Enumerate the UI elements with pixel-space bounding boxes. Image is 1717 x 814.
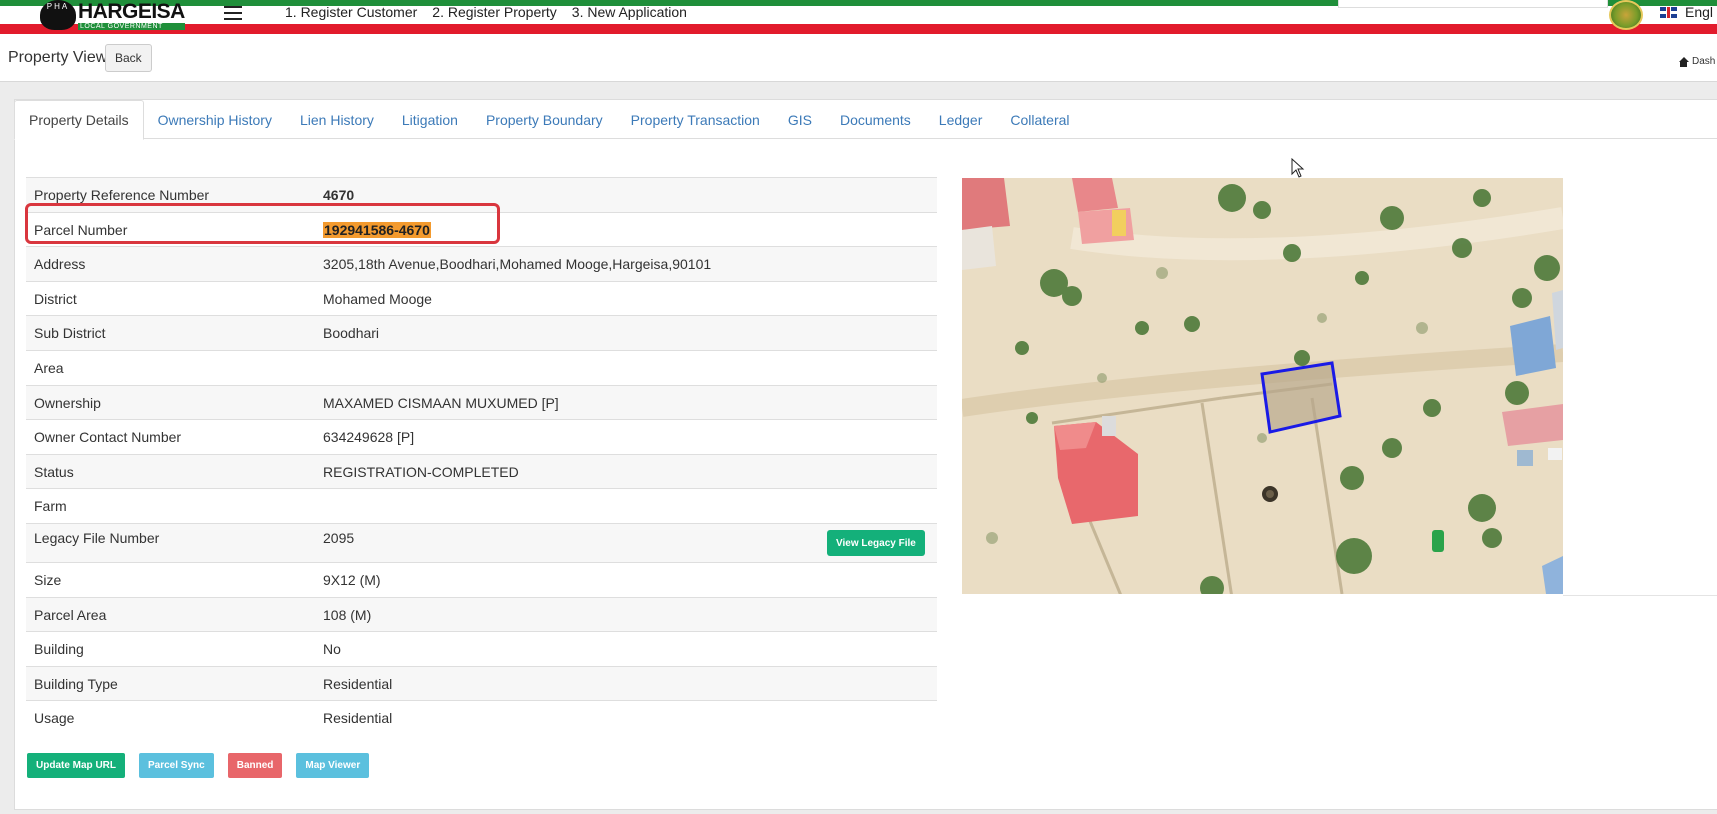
row-owner-contact: Owner Contact Number 634249628 [P]	[26, 419, 937, 454]
detail-label: Size	[34, 572, 62, 588]
logo-emblem-icon: PHA	[40, 0, 76, 30]
detail-value: 108 (M)	[323, 606, 372, 623]
page-title: Property View	[8, 49, 108, 66]
detail-value: Mohamed Mooge	[323, 290, 432, 307]
detail-label: Status	[34, 463, 74, 480]
detail-value: 4670	[323, 187, 355, 203]
detail-label: Address	[34, 256, 86, 272]
detail-label: Legacy File Number	[34, 530, 160, 546]
row-status: Status REGISTRATION-COMPLETED	[26, 454, 937, 488]
detail-label: Sub District	[34, 325, 106, 341]
breadcrumb-dashboard: Dash	[1692, 56, 1716, 67]
logo-title: HARGEISA	[78, 0, 185, 23]
detail-label: Property Reference Number	[34, 187, 210, 203]
detail-label: District	[34, 290, 77, 307]
action-buttons: Update Map URL Parcel Sync Banned Map Vi…	[27, 753, 370, 778]
row-parcel-number: Parcel Number 192941586-4670	[26, 212, 937, 246]
mouse-cursor-icon	[1291, 158, 1305, 178]
tab-collateral[interactable]: Collateral	[996, 100, 1083, 139]
uk-flag-icon	[1660, 6, 1677, 18]
detail-label: Parcel Number	[34, 221, 128, 238]
detail-value: 3205,18th Avenue,Boodhari,Mohamed Mooge,…	[323, 256, 712, 272]
detail-value: No	[323, 641, 341, 657]
nav-register-customer[interactable]: 1. Register Customer	[285, 4, 417, 20]
detail-value-wrap: 192941586-4670	[323, 221, 937, 238]
aerial-map-image	[962, 178, 1563, 594]
row-usage: Usage Residential	[26, 700, 937, 735]
row-property-reference: Property Reference Number 4670	[26, 177, 937, 212]
parcel-sync-button[interactable]: Parcel Sync	[139, 753, 214, 778]
logo-text: HARGEISA LOCAL GOVERNMENT	[78, 1, 185, 30]
detail-label: Farm	[34, 498, 67, 514]
row-building: Building No	[26, 631, 937, 666]
property-tabs: Property Details Ownership History Lien …	[14, 100, 1717, 140]
government-seal-icon	[1609, 0, 1643, 30]
detail-value: 634249628 [P]	[323, 429, 415, 445]
tab-property-transaction[interactable]: Property Transaction	[617, 100, 774, 139]
detail-label: Owner Contact Number	[34, 429, 182, 445]
row-legacy-file: Legacy File Number 2095 View Legacy File	[26, 523, 937, 562]
tab-documents[interactable]: Documents	[826, 100, 925, 139]
tab-ownership-history[interactable]: Ownership History	[144, 100, 286, 139]
hamburger-menu-icon[interactable]	[224, 6, 242, 20]
detail-value: Residential	[323, 710, 393, 726]
detail-label: Parcel Area	[34, 606, 107, 623]
map-viewer-button[interactable]: Map Viewer	[296, 753, 370, 778]
tab-property-boundary[interactable]: Property Boundary	[472, 100, 617, 139]
header-red-stripe	[0, 24, 1717, 34]
detail-label: Usage	[34, 710, 75, 726]
detail-value: Boodhari	[323, 325, 380, 341]
detail-label: Ownership	[34, 394, 101, 411]
detail-label: Building	[34, 641, 84, 657]
detail-label: Building Type	[34, 675, 118, 692]
page-heading: Property View Back Dash	[0, 36, 1717, 82]
language-label: Engl	[1685, 4, 1714, 20]
view-legacy-file-button[interactable]: View Legacy File	[827, 530, 925, 556]
row-ownership: Ownership MAXAMED CISMAAN MUXUMED [P]	[26, 385, 937, 419]
top-header: PHA HARGEISA LOCAL GOVERNMENT 1. Registe…	[0, 0, 1717, 36]
nav-new-application[interactable]: 3. New Application	[572, 4, 687, 20]
update-map-url-button[interactable]: Update Map URL	[27, 753, 125, 778]
detail-value: 9X12 (M)	[323, 572, 381, 588]
row-address: Address 3205,18th Avenue,Boodhari,Mohame…	[26, 246, 937, 281]
property-details-table: Property Reference Number 4670 Parcel Nu…	[26, 177, 937, 735]
parcel-number-highlight: 192941586-4670	[323, 221, 431, 238]
home-icon	[1678, 56, 1689, 67]
detail-value: REGISTRATION-COMPLETED	[323, 463, 519, 480]
aerial-parcel-map[interactable]	[962, 178, 1563, 594]
logo-letters: PHA	[46, 2, 70, 11]
detail-value: Residential	[323, 675, 393, 692]
row-parcel-area: Parcel Area 108 (M)	[26, 597, 937, 631]
breadcrumb[interactable]: Dash	[1678, 56, 1715, 67]
row-district: District Mohamed Mooge	[26, 281, 937, 315]
back-button[interactable]: Back	[105, 44, 152, 72]
header-dropdown-edge	[1338, 0, 1608, 8]
detail-value: MAXAMED CISMAAN MUXUMED [P]	[323, 394, 559, 411]
language-selector[interactable]: Engl	[1660, 4, 1713, 20]
top-nav: 1. Register Customer 2. Register Propert…	[285, 4, 687, 20]
detail-label: Area	[34, 360, 64, 376]
nav-register-property[interactable]: 2. Register Property	[432, 4, 557, 20]
banned-button[interactable]: Banned	[227, 753, 283, 778]
row-size: Size 9X12 (M)	[26, 562, 937, 597]
tab-ledger[interactable]: Ledger	[925, 100, 997, 139]
row-farm: Farm	[26, 488, 937, 523]
tab-property-details[interactable]: Property Details	[14, 100, 144, 140]
map-baseline	[1563, 595, 1717, 596]
row-building-type: Building Type Residential	[26, 666, 937, 700]
logo-subtitle: LOCAL GOVERNMENT	[78, 22, 185, 30]
row-sub-district: Sub District Boodhari	[26, 315, 937, 350]
tab-gis[interactable]: GIS	[774, 100, 826, 139]
tab-lien-history[interactable]: Lien History	[286, 100, 388, 139]
row-area: Area	[26, 350, 937, 385]
hargeisa-logo[interactable]: PHA HARGEISA LOCAL GOVERNMENT	[40, 0, 185, 30]
tab-litigation[interactable]: Litigation	[388, 100, 472, 139]
